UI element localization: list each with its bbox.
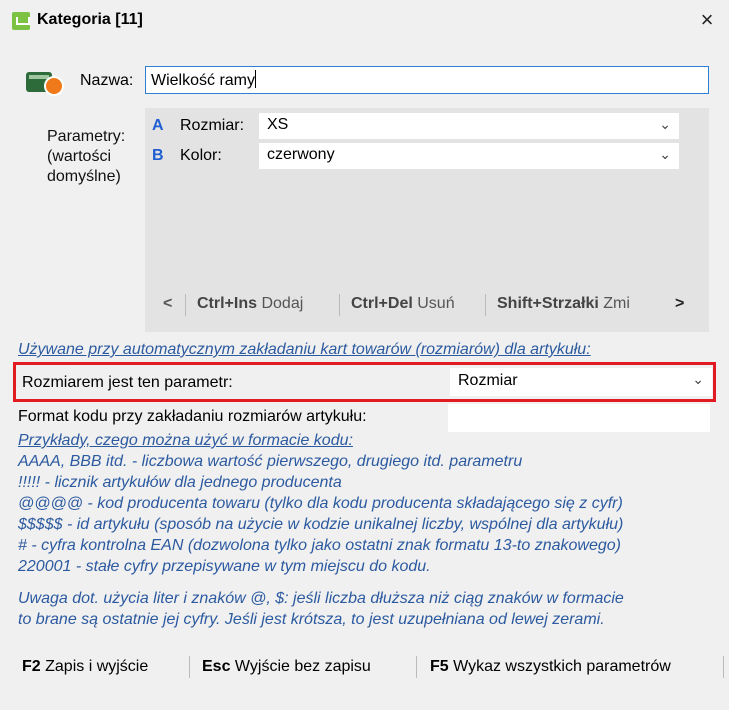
param-value-select[interactable]: XS ⌄ xyxy=(259,113,679,139)
warning-line: to brane są ostatnie jej cyfry. Jeśli je… xyxy=(18,611,605,628)
params-panel: A Rozmiar: XS ⌄ B Kolor: czerwony ⌄ < Ctrl… xyxy=(145,108,709,332)
add-param-button[interactable]: Ctrl+Ins Dodaj xyxy=(197,295,303,313)
example-line: !!!!! - licznik artykułów dla jednego pr… xyxy=(18,474,342,491)
chevron-right-icon[interactable]: > xyxy=(675,295,684,313)
chevron-down-icon: ⌄ xyxy=(692,371,704,387)
example-line: # - cyfra kontrolna EAN (dozwolona tylko… xyxy=(18,537,621,554)
code-format-label: Format kodu przy zakładaniu rozmiarów ar… xyxy=(18,408,367,425)
cart-icon xyxy=(12,12,30,30)
window-title: Kategoria [11] xyxy=(37,11,143,28)
param-row: A Rozmiar: XS ⌄ xyxy=(145,112,709,140)
list-parameters-button[interactable]: F5 Wykaz wszystkich parametrów xyxy=(430,658,671,676)
param-letter: A xyxy=(152,117,164,134)
move-param-button[interactable]: Shift+Strzałki Zmi xyxy=(497,295,630,313)
param-value-select[interactable]: czerwony ⌄ xyxy=(259,143,679,169)
name-input[interactable]: Wielkość ramy xyxy=(145,66,709,94)
name-label: Nazwa: xyxy=(80,72,134,89)
chevron-left-icon[interactable]: < xyxy=(163,295,172,313)
param-name: Rozmiar: xyxy=(180,117,245,134)
example-line: $$$$$ - id artykułu (sposób na użycie w … xyxy=(18,516,624,533)
size-parameter-label: Rozmiarem jest ten parametr: xyxy=(22,374,233,391)
auto-create-note: Używane przy automatycznym zakładaniu ka… xyxy=(18,341,591,358)
param-name: Kolor: xyxy=(180,147,222,164)
close-button[interactable]: × xyxy=(693,6,721,34)
save-exit-button[interactable]: F2 Zapis i wyjście xyxy=(22,658,148,676)
params-label: Parametry: (wartości domyślne) xyxy=(47,128,126,185)
example-line: 220001 - stałe cyfry przepisywane w tym … xyxy=(18,558,431,575)
chevron-down-icon: ⌄ xyxy=(659,146,671,162)
size-parameter-select[interactable]: Rozmiar ⌄ xyxy=(450,368,712,396)
chevron-down-icon: ⌄ xyxy=(659,116,671,132)
title-bar: Kategoria [11] × xyxy=(0,0,729,40)
size-parameter-row: Rozmiarem jest ten parametr: Rozmiar ⌄ xyxy=(13,362,716,402)
params-toolbar: < Ctrl+Ins Dodaj Ctrl+Del Usuń Shift+Str… xyxy=(145,288,709,322)
exit-without-save-button[interactable]: Esc Wyjście bez zapisu xyxy=(202,658,371,676)
param-row: B Kolor: czerwony ⌄ xyxy=(145,142,709,170)
example-line: AAAA, BBB itd. - liczbowa wartość pierws… xyxy=(18,453,523,470)
param-letter: B xyxy=(152,147,164,164)
delete-param-button[interactable]: Ctrl+Del Usuń xyxy=(351,295,455,313)
category-card-icon xyxy=(26,68,66,96)
warning-line: Uwaga dot. użycia liter i znaków @, $: j… xyxy=(18,590,624,607)
examples-heading: Przykłady, czego można użyć w formacie k… xyxy=(18,432,353,449)
code-format-input[interactable] xyxy=(448,404,710,432)
footer-toolbar: F2 Zapis i wyjście Esc Wyjście bez zapis… xyxy=(0,640,729,710)
example-line: @@@@ - kod producenta towaru (tylko dla … xyxy=(18,495,623,512)
